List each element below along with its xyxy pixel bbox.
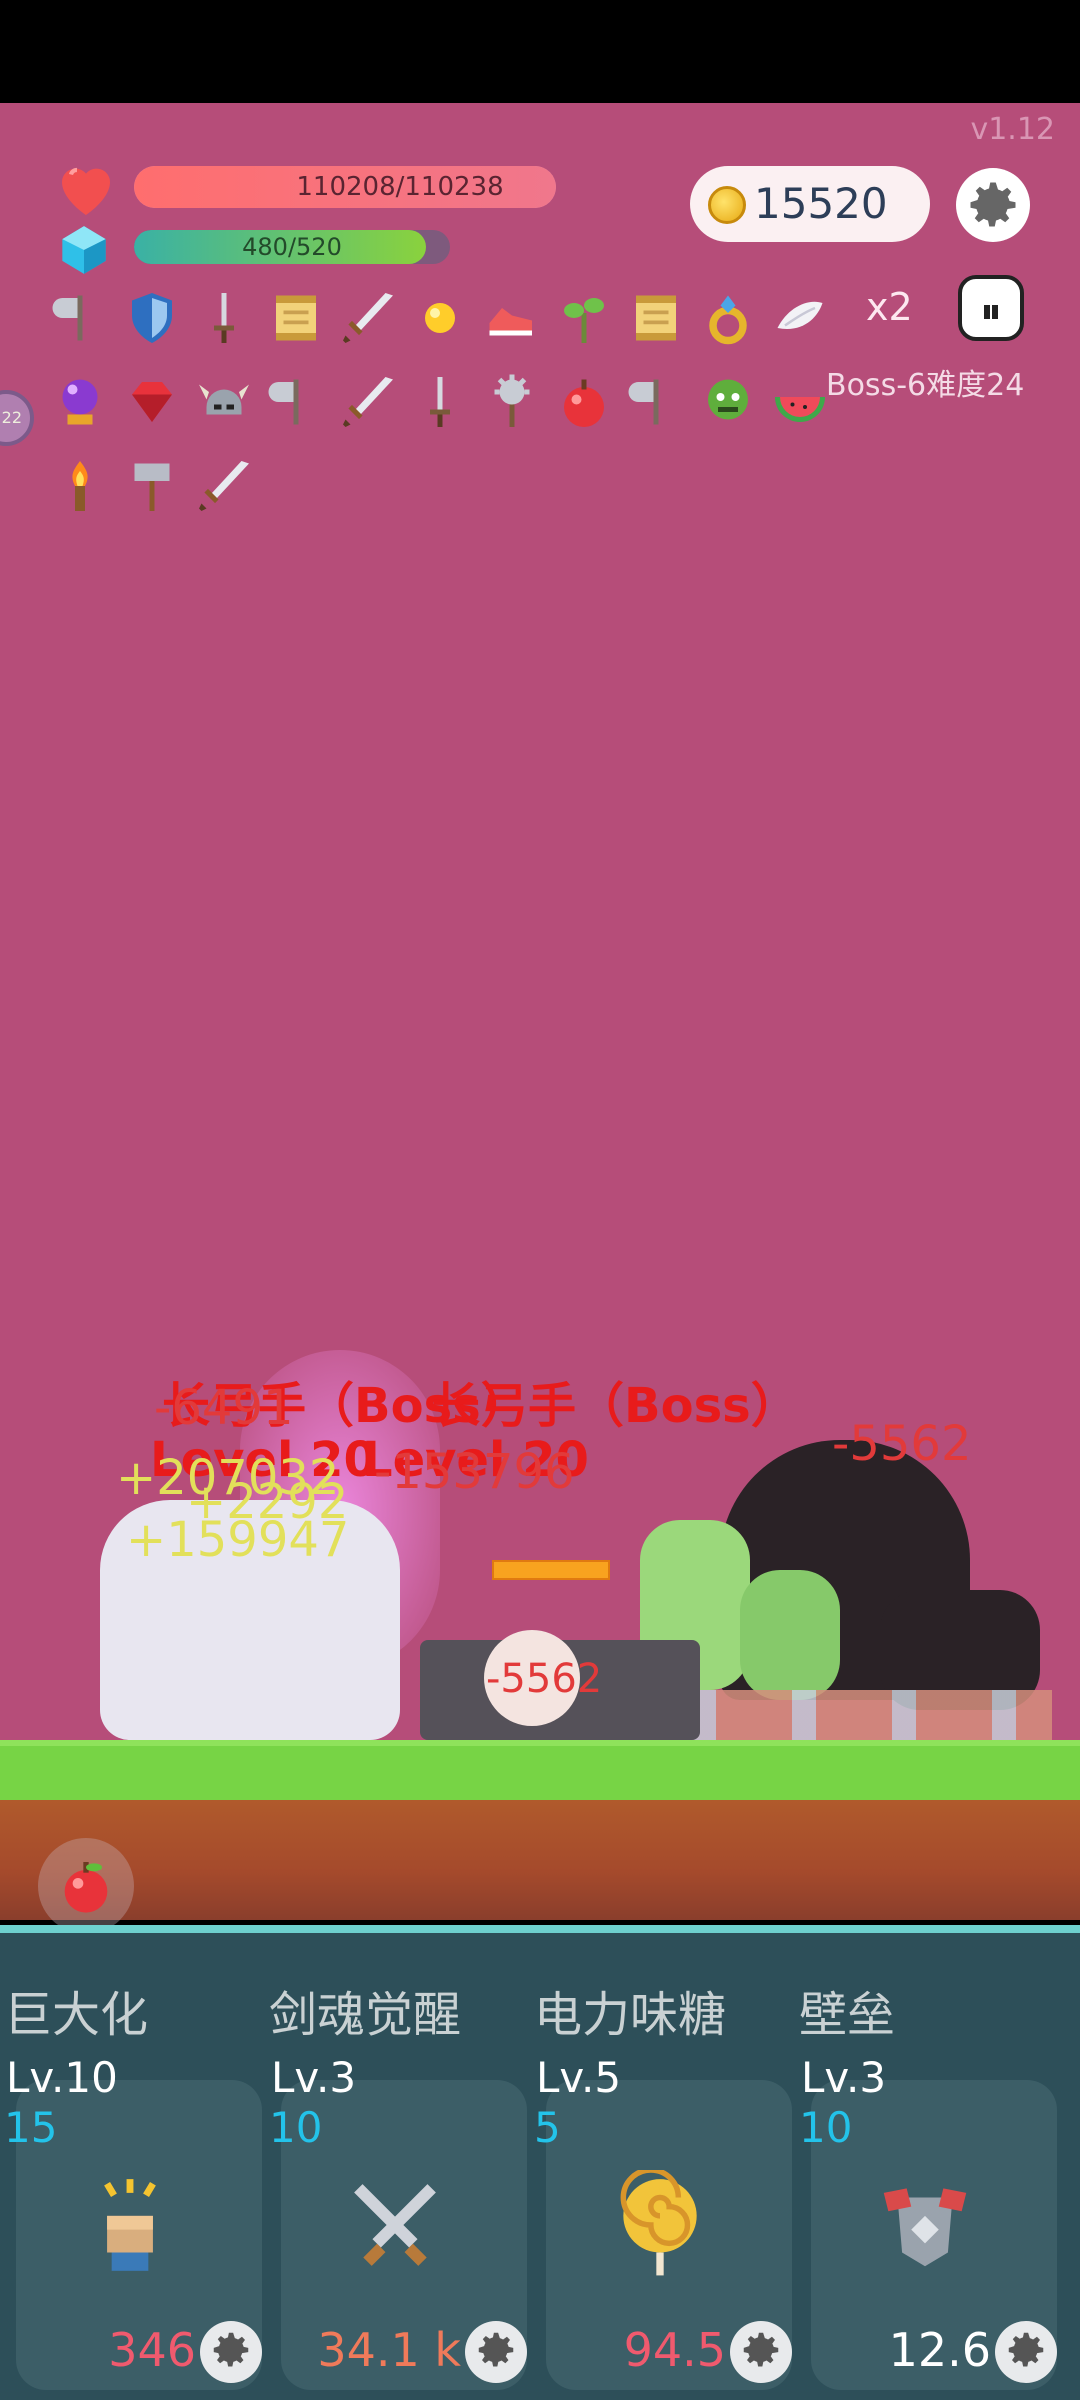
skill-level: Lv.3 [801, 2053, 887, 2102]
mana-bar: 480/520 [134, 230, 450, 264]
coin-amount: 15520 [754, 179, 888, 228]
scroll-icon[interactable] [260, 282, 332, 354]
damage-number: -153796 [374, 1444, 575, 1500]
gear-icon [738, 2327, 784, 2377]
sword-icon[interactable] [332, 366, 404, 438]
scroll-icon[interactable] [620, 282, 692, 354]
shield-icon[interactable] [116, 282, 188, 354]
gear-icon [473, 2327, 519, 2377]
damage-number: -5562 [486, 1656, 603, 1702]
boss-stage-label: Boss-6难度24 [826, 368, 1025, 403]
crossed-swords-icon [335, 2165, 455, 2285]
skill-level: Lv.3 [271, 2053, 357, 2102]
sneaker-icon[interactable] [476, 282, 548, 354]
dagger-icon[interactable] [404, 366, 476, 438]
ring-icon[interactable] [692, 282, 764, 354]
zombie-icon[interactable] [692, 366, 764, 438]
skill-value: 34.1 k [317, 2323, 461, 2377]
skill-value: 346 [108, 2323, 196, 2377]
torch-icon[interactable] [44, 450, 116, 522]
wing-icon[interactable] [764, 282, 836, 354]
skill-name: 巨大化 [4, 1987, 149, 2043]
viking-helmet-icon[interactable] [188, 366, 260, 438]
damage-number: -5562 [832, 1416, 972, 1472]
sapling-icon[interactable] [548, 282, 620, 354]
crystal-ball-icon[interactable] [44, 366, 116, 438]
inventory-row [44, 282, 844, 366]
version-label: v1.12 [970, 112, 1055, 147]
skill-upgrade-button[interactable] [200, 2321, 262, 2383]
inventory-grid [44, 282, 844, 534]
gear-icon [1003, 2327, 1049, 2377]
skill-slot[interactable]: 电力味糖 Lv.5 5 94.5 [530, 1965, 792, 2400]
skill-cost: 5 [534, 2103, 561, 2152]
heart-icon [62, 167, 110, 215]
skill-cost: 10 [269, 2103, 323, 2152]
apple-icon[interactable] [548, 366, 620, 438]
skill-cost: 15 [4, 2103, 58, 2152]
sun-orb-icon[interactable] [404, 282, 476, 354]
skill-slot[interactable]: 剑魂觉醒 Lv.3 10 34.1 k [265, 1965, 527, 2400]
skill-slot[interactable]: 壁垒 Lv.3 10 12.6 [795, 1965, 1057, 2400]
mana-gem-icon [62, 226, 106, 274]
fence [692, 1690, 1052, 1740]
enemy-name-label: 长弓手（Boss） [432, 1378, 799, 1434]
mace-icon[interactable] [476, 366, 548, 438]
heal-number: +159947 [126, 1512, 350, 1568]
skill-cost: 10 [799, 2103, 853, 2152]
skill-level: Lv.10 [6, 2053, 118, 2102]
coin-icon [708, 186, 746, 224]
boss-ghost-icon[interactable] [958, 275, 1024, 341]
speed-multiplier-button[interactable]: x2 [866, 285, 913, 329]
dagger-icon[interactable] [188, 282, 260, 354]
ruby-icon[interactable] [116, 366, 188, 438]
hammer-icon[interactable] [116, 450, 188, 522]
mana-text: 480/520 [242, 233, 342, 261]
skill-level: Lv.5 [536, 2053, 622, 2102]
grass-ground [0, 1740, 1080, 1800]
skill-name: 壁垒 [799, 1987, 896, 2043]
health-bar: 110208/110238 [134, 166, 556, 208]
gear-icon [208, 2327, 254, 2377]
skill-upgrade-button[interactable] [995, 2321, 1057, 2383]
boss-health-bar [492, 1560, 610, 1580]
sword-icon[interactable] [188, 450, 260, 522]
armor-icon [865, 2165, 985, 2285]
settings-button[interactable] [956, 168, 1030, 242]
skill-upgrade-button[interactable] [730, 2321, 792, 2383]
skill-slot[interactable]: 巨大化 Lv.10 15 346 [0, 1965, 262, 2400]
fist-icon [70, 2165, 190, 2285]
inventory-row [44, 366, 844, 450]
coin-counter: 15520 [690, 166, 930, 242]
watermelon-icon[interactable] [764, 366, 836, 438]
dirt-ground [0, 1800, 1080, 1920]
axe-icon[interactable] [44, 282, 116, 354]
skill-value: 12.6 [888, 2323, 991, 2377]
skill-name: 电力味糖 [534, 1987, 727, 2043]
sword-icon[interactable] [332, 282, 404, 354]
gear-icon [970, 182, 1016, 227]
skill-name: 剑魂觉醒 [269, 1987, 462, 2043]
skill-upgrade-button[interactable] [465, 2321, 527, 2383]
green-bush [740, 1570, 840, 1700]
potion-button[interactable] [38, 1838, 134, 1934]
apple-potion-icon [64, 1862, 108, 1913]
damage-number: -6491 [154, 1380, 294, 1436]
status-bar-area [0, 0, 1080, 103]
lollipop-icon [600, 2165, 720, 2285]
skill-value: 94.5 [623, 2323, 726, 2377]
inventory-row [44, 450, 844, 534]
axe-icon[interactable] [620, 366, 692, 438]
axe-icon[interactable] [260, 366, 332, 438]
health-text: 110208/110238 [296, 172, 504, 202]
